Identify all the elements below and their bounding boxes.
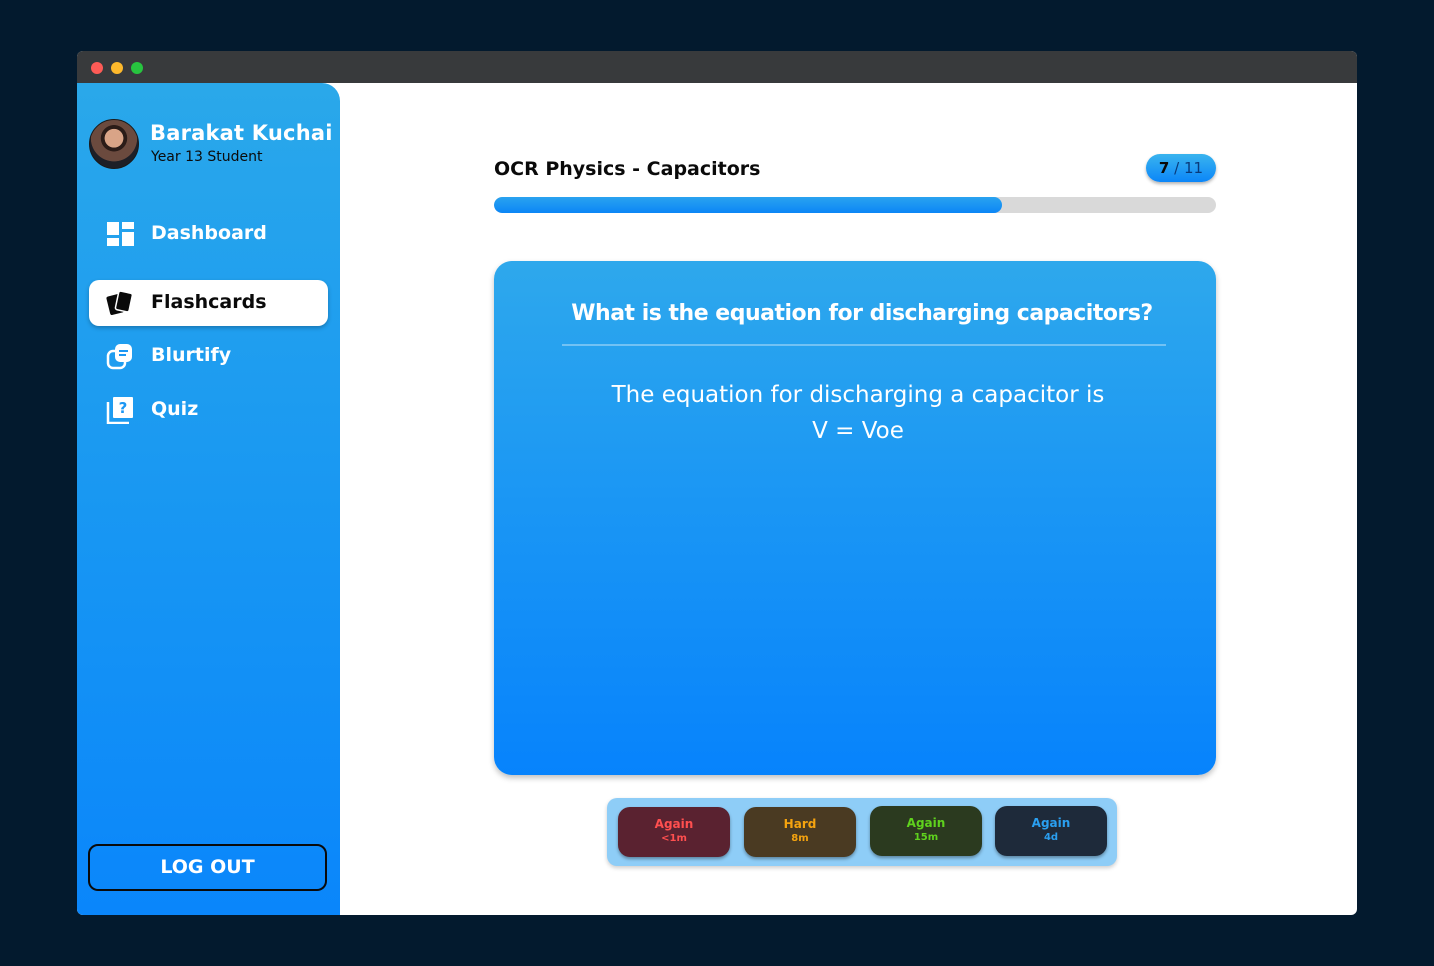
sidebar-item-blurtify[interactable]: Blurtify [89,333,328,379]
flashcards-icon [106,290,134,315]
current-card-number: 7 [1158,159,1170,177]
sidebar-item-label: Blurtify [151,344,232,366]
card-divider [562,344,1166,346]
counter-separator: / [1174,159,1180,177]
sidebar: Barakat Kuchai Year 13 Student Dashboard… [77,83,340,915]
rating-good-button[interactable]: Again 15m [870,806,982,856]
rating-interval: 4d [1043,832,1059,843]
sidebar-item-label: Quiz [151,398,199,420]
progress-bar [494,197,1216,213]
maximize-window-button[interactable] [131,62,143,74]
close-window-button[interactable] [91,62,103,74]
user-role: Year 13 Student [151,149,263,165]
title-bar [77,51,1357,83]
blurtify-icon [106,344,132,370]
sidebar-item-dashboard[interactable]: Dashboard [89,211,328,257]
rating-label: Again [654,817,694,831]
logout-button[interactable]: LOG OUT [88,844,327,891]
progress-fill [494,197,1002,213]
rating-label: Again [1031,816,1071,830]
user-name: Barakat Kuchai [150,121,333,145]
sidebar-item-label: Flashcards [151,291,267,313]
card-answer-line: The equation for discharging a capacitor… [611,382,1105,408]
rating-interval: 15m [913,832,939,843]
rating-again-button[interactable]: Again <1m [618,807,730,857]
sidebar-item-flashcards[interactable]: Flashcards [89,280,328,326]
dashboard-icon [107,222,134,246]
rating-easy-button[interactable]: Again 4d [995,806,1107,856]
avatar[interactable] [89,119,139,169]
svg-text:?: ? [119,399,128,417]
app-window: Barakat Kuchai Year 13 Student Dashboard… [77,51,1357,915]
card-answer: The equation for discharging a capacitor… [494,377,1222,449]
rating-interval: <1m [661,833,687,844]
quiz-icon: ? [106,397,133,424]
card-answer-line: V = Voe [812,418,904,444]
total-card-number: 11 [1183,159,1204,177]
sidebar-item-quiz[interactable]: ? Quiz [89,387,328,433]
sidebar-item-label: Dashboard [151,222,267,244]
rating-label: Hard [783,817,817,831]
card-counter-badge: 7 / 11 [1146,154,1216,182]
rating-interval: 8m [791,833,809,844]
rating-hard-button[interactable]: Hard 8m [744,807,856,857]
deck-title: OCR Physics - Capacitors [494,158,761,180]
minimize-window-button[interactable] [111,62,123,74]
rating-bar: Again <1m Hard 8m Again 15m Again 4d [607,798,1117,866]
flashcard[interactable]: What is the equation for discharging cap… [494,261,1216,775]
rating-label: Again [906,816,946,830]
card-question: What is the equation for discharging cap… [571,301,1153,326]
